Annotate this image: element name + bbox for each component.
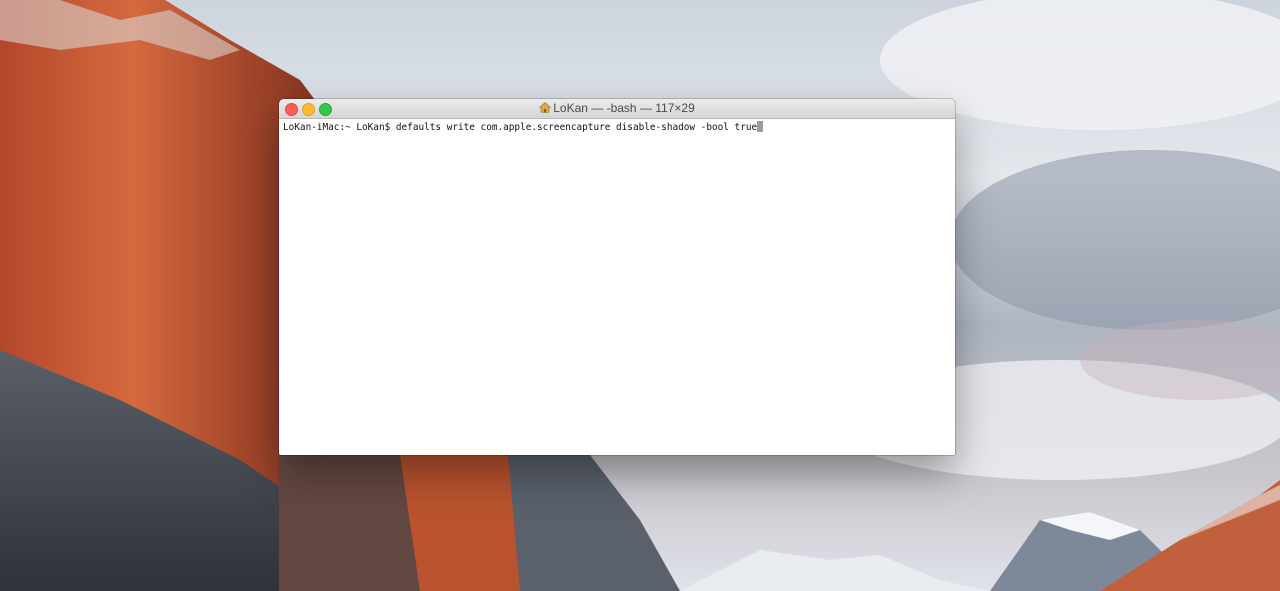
shell-prompt: LoKan-iMac:~ LoKan$ [283, 122, 396, 133]
terminal-window[interactable]: LoKan — -bash — 117×29 LoKan-iMac:~ LoKa… [279, 99, 955, 455]
terminal-output[interactable]: LoKan-iMac:~ LoKan$ defaults write com.a… [279, 119, 955, 136]
text-cursor [757, 121, 764, 132]
window-title: LoKan — -bash — 117×29 [553, 101, 695, 115]
window-title-container: LoKan — -bash — 117×29 [279, 101, 955, 116]
command-text: defaults write com.apple.screencapture d… [395, 122, 758, 133]
home-icon [538, 102, 552, 113]
title-bar[interactable]: LoKan — -bash — 117×29 [279, 99, 955, 119]
